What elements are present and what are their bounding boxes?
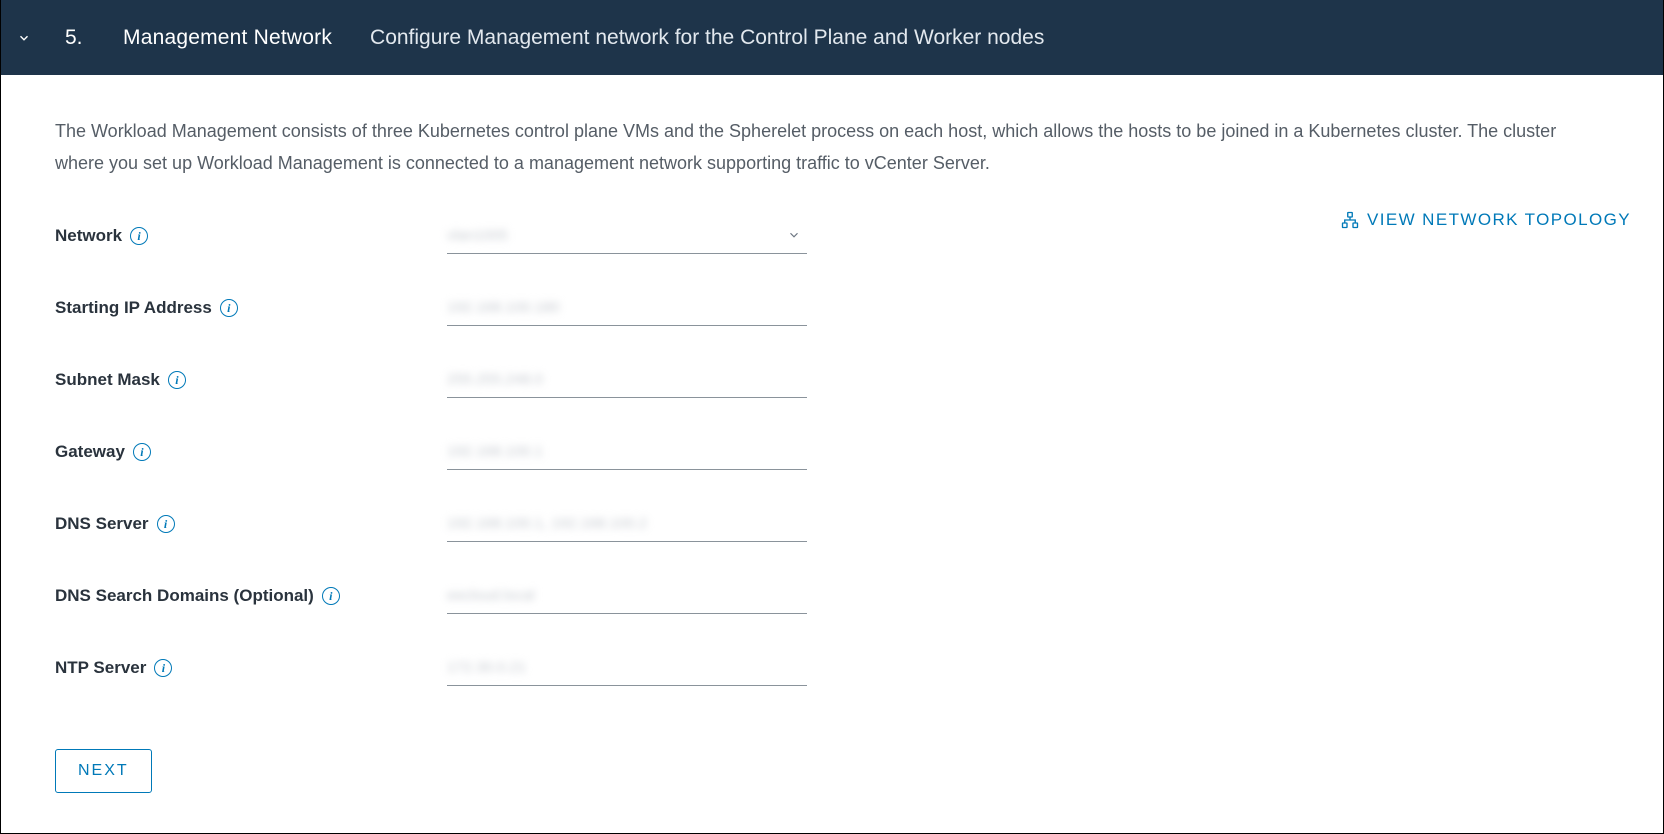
chevron-down-icon: [17, 31, 31, 45]
row-ntp-server: NTP Server i 172.30.0.21: [55, 645, 1609, 691]
info-icon[interactable]: i: [322, 587, 340, 605]
chevron-down-icon: [787, 228, 801, 247]
label-dns-search-domains: DNS Search Domains (Optional): [55, 586, 314, 606]
row-gateway: Gateway i 192.168.100.1: [55, 429, 1609, 475]
row-starting-ip: Starting IP Address i 192.168.100.180: [55, 285, 1609, 331]
description-text: The Workload Management consists of thre…: [55, 115, 1609, 179]
info-icon[interactable]: i: [133, 443, 151, 461]
gateway-input[interactable]: 192.168.100.1: [447, 434, 807, 470]
label-subnet-mask: Subnet Mask: [55, 370, 160, 390]
row-dns-search-domains: DNS Search Domains (Optional) i eecloud.…: [55, 573, 1609, 619]
topology-icon: [1341, 211, 1359, 229]
step-number: 5.: [65, 26, 95, 50]
ntp-server-input[interactable]: 172.30.0.21: [447, 650, 807, 686]
row-dns-server: DNS Server i 192.168.100.1, 192.168.100.…: [55, 501, 1609, 547]
info-icon[interactable]: i: [130, 227, 148, 245]
wizard-step-header[interactable]: 5. Management Network Configure Manageme…: [1, 0, 1663, 75]
row-subnet-mask: Subnet Mask i 255.255.248.0: [55, 357, 1609, 403]
management-network-form: Network i vlan1005 Starting IP Address i…: [55, 213, 1609, 793]
info-icon[interactable]: i: [154, 659, 172, 677]
form-body: The Workload Management consists of thre…: [1, 75, 1663, 793]
network-select[interactable]: vlan1005: [447, 218, 807, 254]
view-network-topology-link[interactable]: VIEW NETWORK TOPOLOGY: [1341, 210, 1631, 230]
label-dns-server: DNS Server: [55, 514, 149, 534]
view-network-topology-label: VIEW NETWORK TOPOLOGY: [1367, 210, 1631, 230]
info-icon[interactable]: i: [168, 371, 186, 389]
dns-server-input[interactable]: 192.168.100.1, 192.168.100.2: [447, 506, 807, 542]
label-network: Network: [55, 226, 122, 246]
subnet-mask-input[interactable]: 255.255.248.0: [447, 362, 807, 398]
info-icon[interactable]: i: [157, 515, 175, 533]
step-title: Management Network: [123, 26, 332, 50]
label-ntp-server: NTP Server: [55, 658, 146, 678]
label-starting-ip: Starting IP Address: [55, 298, 212, 318]
step-subtitle: Configure Management network for the Con…: [370, 26, 1044, 50]
starting-ip-input[interactable]: 192.168.100.180: [447, 290, 807, 326]
label-gateway: Gateway: [55, 442, 125, 462]
dns-search-domains-input[interactable]: eecloud.local: [447, 578, 807, 614]
next-button[interactable]: NEXT: [55, 749, 152, 793]
info-icon[interactable]: i: [220, 299, 238, 317]
